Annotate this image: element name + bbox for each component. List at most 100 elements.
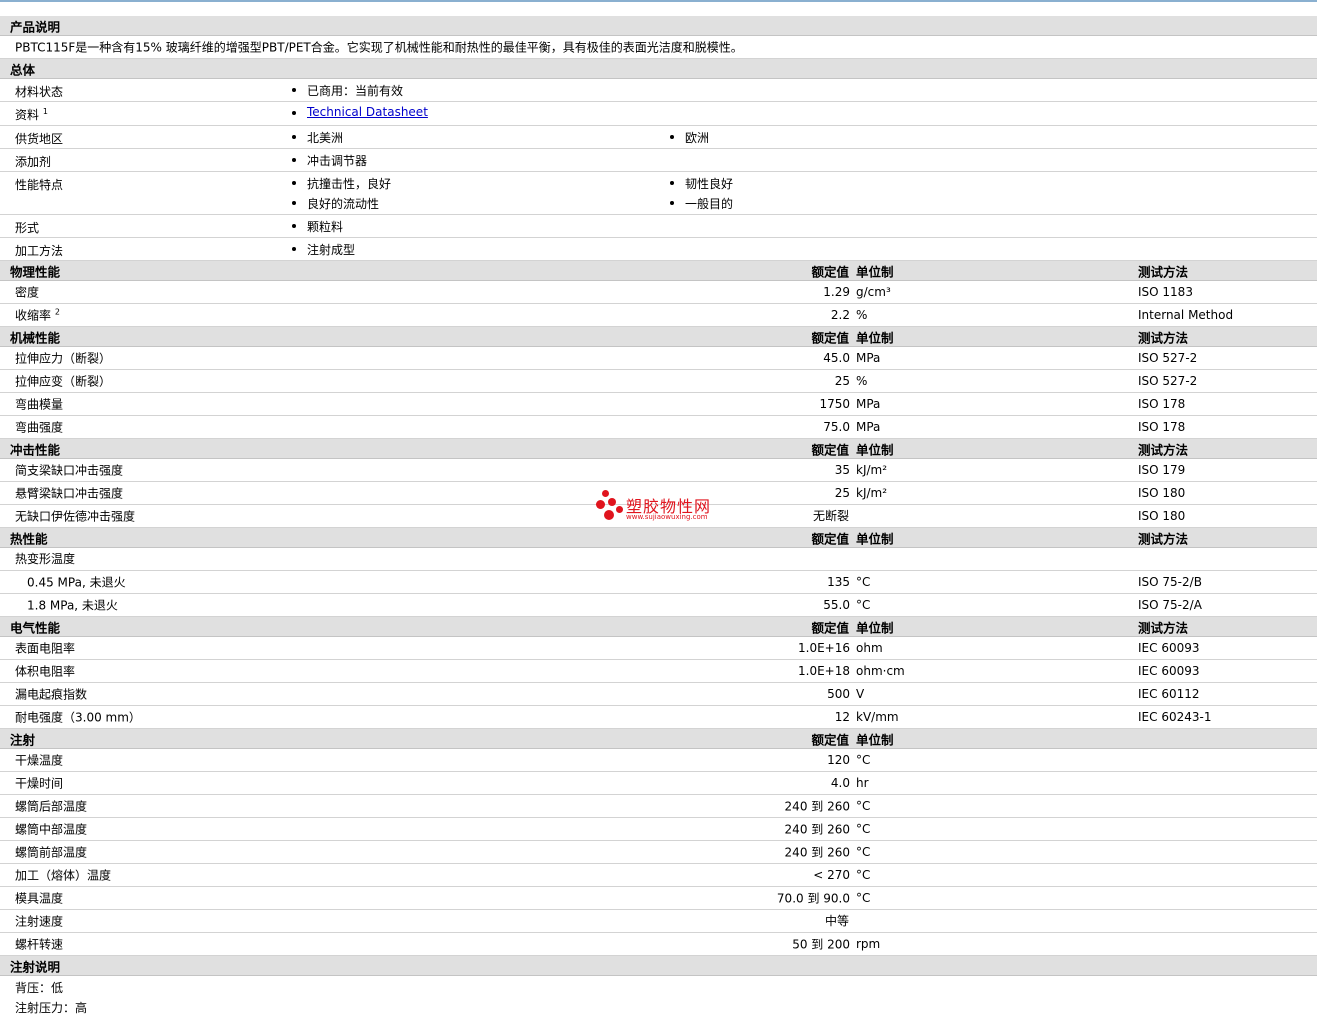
unit-value: g/cm³	[856, 285, 891, 299]
nominal-value: 1.0E+18	[798, 664, 850, 678]
column-header-unit: 单位制	[856, 330, 894, 345]
nominal-value: 55.0	[823, 598, 850, 612]
section-header: 热性能 额定值 单位制 测试方法	[0, 528, 1317, 548]
section-header: 机械性能 额定值 单位制 测试方法	[0, 327, 1317, 347]
property-label: 无缺口伊佐德冲击强度	[15, 508, 135, 525]
column-header-test-method: 测试方法	[1138, 330, 1189, 345]
property-row: 热变形温度	[0, 548, 1317, 571]
property-label-text: 螺杆转速	[15, 937, 64, 952]
property-label-text: 简支梁缺口冲击强度	[15, 463, 124, 478]
general-row: 资料 1 Technical Datasheet	[0, 102, 1317, 126]
unit-value: hr	[856, 776, 869, 790]
column-header-unit: 单位制	[856, 620, 894, 635]
column-header-test-method: 测试方法	[1138, 531, 1189, 546]
property-value: 颗粒料	[307, 220, 344, 234]
property-label: 加工（熔体）温度	[15, 867, 111, 884]
nominal-value: 12	[834, 710, 850, 724]
property-label: 材料状态	[15, 83, 63, 100]
nominal-value: < 270	[813, 868, 850, 882]
nominal-value: 25	[834, 486, 850, 500]
test-method-value: ISO 1183	[1138, 285, 1193, 299]
property-row: 注射速度 中等	[0, 910, 1317, 933]
injection-note-line: 背压：低	[15, 981, 64, 995]
property-row: 加工（熔体）温度 < 270 °C	[0, 864, 1317, 887]
property-label: 漏电起痕指数	[15, 686, 87, 703]
property-label: 螺筒前部温度	[15, 844, 87, 861]
section-header: 物理性能 额定值 单位制 测试方法	[0, 261, 1317, 281]
unit-value: °C	[856, 845, 871, 859]
general-row: 材料状态 已商用：当前有效	[0, 79, 1317, 102]
product-description-row: PBTC115F是一种含有15% 玻璃纤维的增强型PBT/PET合金。它实现了机…	[0, 36, 1317, 59]
property-label-text: 悬臂梁缺口冲击强度	[15, 486, 124, 501]
bullet-icon	[292, 201, 296, 205]
property-row: 耐电强度（3.00 mm） 12 kV/mm IEC 60243-1	[0, 706, 1317, 729]
section-title: 总体	[10, 62, 36, 77]
logo-dot-icon	[604, 510, 614, 520]
property-label: 注射速度	[15, 913, 63, 930]
general-row: 性能特点 抗撞击性，良好 韧性良好 良好的流动性 一般目的	[0, 172, 1317, 215]
property-label: 耐电强度（3.00 mm）	[15, 709, 141, 726]
property-label: 性能特点	[15, 176, 63, 193]
property-row: 弯曲强度 75.0 MPa ISO 178	[0, 416, 1317, 439]
property-row: 密度 1.29 g/cm³ ISO 1183	[0, 281, 1317, 304]
property-label-text: 干燥时间	[15, 776, 64, 791]
nominal-value: 240 到 260	[784, 822, 850, 837]
property-label-text: 干燥温度	[15, 753, 64, 768]
bullet-icon	[292, 158, 296, 162]
column-header-unit: 单位制	[856, 442, 894, 457]
property-label-text: 弯曲强度	[15, 420, 64, 435]
section-title: 注射说明	[10, 959, 61, 974]
property-label: 螺杆转速	[15, 936, 63, 953]
test-method-value: ISO 527-2	[1138, 351, 1198, 365]
property-label: 形式	[15, 219, 39, 236]
column-header-nominal: 额定值	[811, 620, 849, 635]
injection-note-line: 注射压力：高	[15, 1001, 88, 1015]
property-row: 螺筒前部温度 240 到 260 °C	[0, 841, 1317, 864]
property-label: 体积电阻率	[15, 663, 75, 680]
property-label: 弯曲模量	[15, 396, 63, 413]
test-method-value: Internal Method	[1138, 308, 1234, 322]
unit-value: kJ/m²	[856, 486, 888, 500]
property-label: 悬臂梁缺口冲击强度	[15, 485, 123, 502]
property-label-text: 体积电阻率	[15, 664, 76, 679]
technical-datasheet-link[interactable]: Technical Datasheet	[307, 105, 428, 119]
property-label: 螺筒后部温度	[15, 798, 87, 815]
section-title: 热性能	[10, 531, 48, 546]
nominal-value: 240 到 260	[784, 799, 850, 814]
section-title: 产品说明	[10, 19, 61, 34]
nominal-value: 500	[827, 687, 850, 701]
property-row: 模具温度 70.0 到 90.0 °C	[0, 887, 1317, 910]
property-label: 收缩率 2	[15, 307, 60, 324]
nominal-value: 35	[834, 463, 850, 477]
property-label-text: 加工（熔体）温度	[15, 868, 112, 883]
nominal-value: 2.2	[830, 308, 850, 322]
logo-dot-icon	[608, 498, 616, 506]
section-title: 电气性能	[10, 620, 61, 635]
nominal-value: 45.0	[823, 351, 850, 365]
property-value: 欧洲	[685, 131, 710, 145]
unit-value: °C	[856, 799, 871, 813]
property-row: 收缩率 2 2.2% Internal Method	[0, 304, 1317, 327]
logo-dot-icon	[596, 500, 605, 509]
property-label: 简支梁缺口冲击强度	[15, 462, 123, 479]
section-title: 冲击性能	[10, 442, 61, 457]
test-method-value: ISO 180	[1138, 509, 1186, 523]
property-value: 韧性良好	[685, 177, 734, 191]
bullet-icon	[292, 88, 296, 92]
property-label: 拉伸应变（断裂）	[15, 373, 111, 390]
column-header-nominal: 额定值	[811, 264, 849, 279]
unit-value: °C	[856, 868, 871, 882]
section-title: 注射	[10, 732, 36, 747]
bullet-icon	[670, 135, 674, 139]
nominal-value: 120	[827, 753, 850, 767]
property-value: 注射成型	[307, 243, 356, 257]
bullet-icon	[670, 201, 674, 205]
unit-value: °C	[856, 575, 871, 589]
property-label: 加工方法	[15, 242, 63, 259]
test-method-value: ISO 178	[1138, 420, 1186, 434]
footnote-ref: 2	[54, 307, 60, 317]
nominal-value: 75.0	[823, 420, 850, 434]
column-header-test-method: 测试方法	[1138, 442, 1189, 457]
property-label: 模具温度	[15, 890, 63, 907]
column-header-nominal: 额定值	[811, 442, 849, 457]
